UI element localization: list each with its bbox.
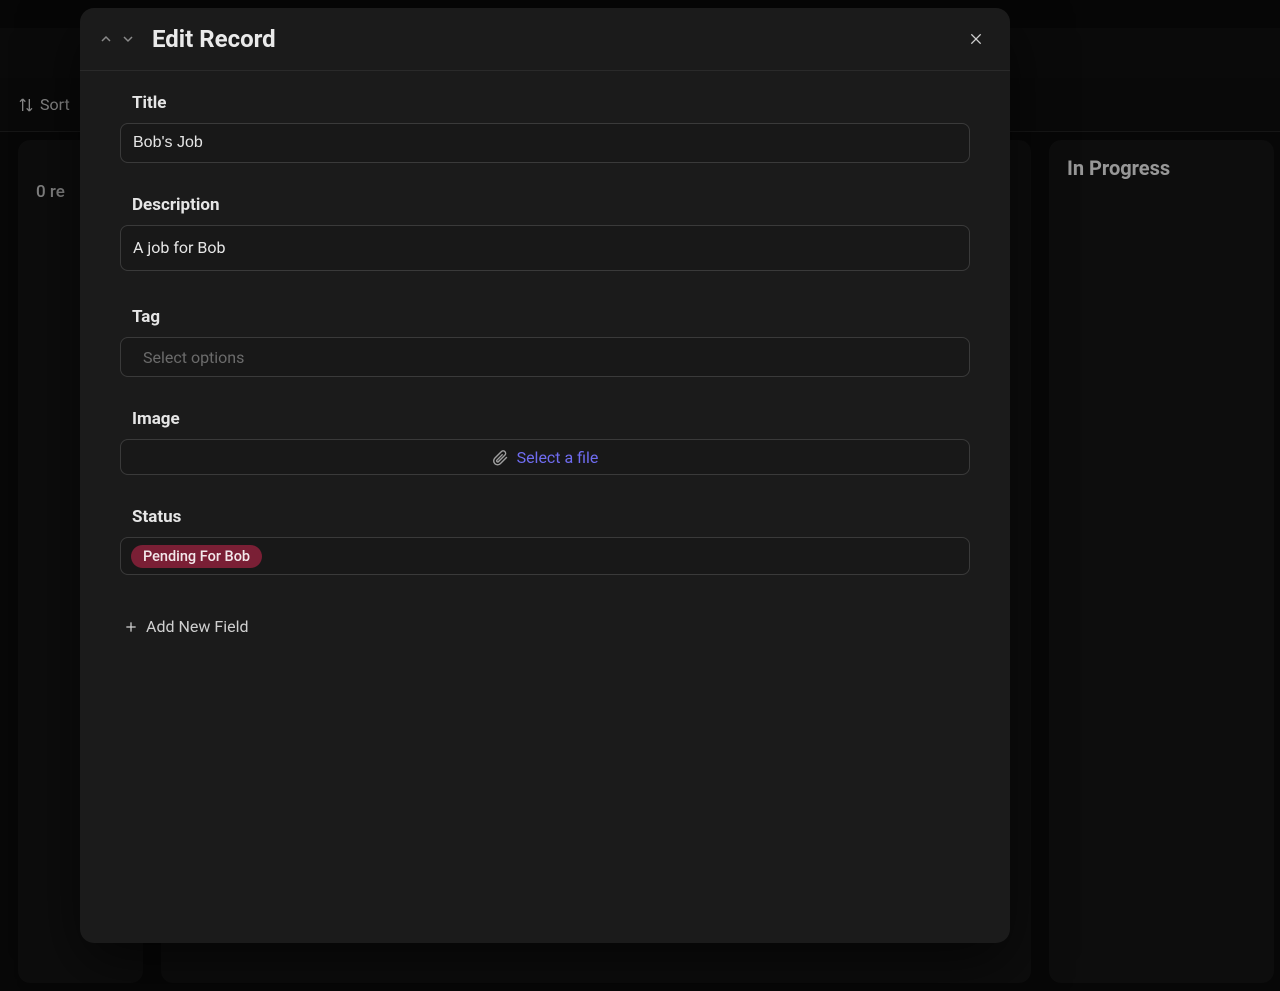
plus-icon (124, 620, 138, 634)
title-input[interactable] (120, 123, 970, 163)
modal-body: Title Description Tag Select options Ima… (80, 71, 1010, 943)
file-picker-text: Select a file (517, 448, 599, 467)
field-status: Status Pending For Bob (120, 507, 970, 575)
record-nav (96, 29, 138, 49)
field-image: Image Select a file (120, 409, 970, 475)
field-description: Description (120, 195, 970, 275)
chevron-down-icon (120, 31, 136, 47)
field-title: Title (120, 93, 970, 163)
next-record-button[interactable] (118, 29, 138, 49)
add-new-field-button[interactable]: Add New Field (120, 611, 252, 642)
prev-record-button[interactable] (96, 29, 116, 49)
tag-placeholder: Select options (143, 348, 244, 367)
field-label-description: Description (132, 195, 970, 215)
edit-record-modal: Edit Record Title Description Tag Select… (80, 8, 1010, 943)
modal-header: Edit Record (80, 8, 1010, 71)
modal-title: Edit Record (152, 25, 962, 53)
field-label-status: Status (132, 507, 970, 527)
field-label-title: Title (132, 93, 970, 113)
field-label-tag: Tag (132, 307, 970, 327)
close-icon (968, 31, 984, 47)
close-button[interactable] (962, 25, 990, 53)
paperclip-icon (492, 449, 509, 466)
field-label-image: Image (132, 409, 970, 429)
status-chip: Pending For Bob (131, 545, 262, 568)
description-input[interactable] (120, 225, 970, 271)
tag-select[interactable]: Select options (120, 337, 970, 377)
add-field-label: Add New Field (146, 617, 248, 636)
image-file-picker[interactable]: Select a file (120, 439, 970, 475)
status-select[interactable]: Pending For Bob (120, 537, 970, 575)
chevron-up-icon (98, 31, 114, 47)
field-tag: Tag Select options (120, 307, 970, 377)
